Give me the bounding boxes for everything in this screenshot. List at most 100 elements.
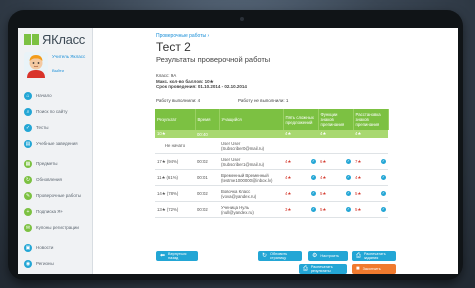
sidebar-item-label: Обновления: [36, 177, 62, 182]
summary-cell: [219, 130, 283, 138]
checked-icon[interactable]: ✓: [381, 191, 386, 196]
subjects-icon: ▦: [24, 159, 32, 168]
sidebar-item[interactable]: ◉ Регионы: [18, 258, 92, 269]
checked-icon[interactable]: ✓: [381, 175, 386, 180]
time-cell: [195, 138, 219, 154]
home-icon: ⌂: [24, 91, 32, 100]
back-button-label: Вернуться назад: [168, 251, 187, 260]
sidebar-item[interactable]: ▤ Учебные заведения: [18, 138, 92, 149]
task-score-cell[interactable]: 7★ ✓: [353, 153, 388, 170]
task-score-cell[interactable]: 4★ ✓: [283, 169, 318, 186]
school-icon: ▤: [24, 139, 32, 148]
logo[interactable]: ЯКласс: [24, 32, 85, 47]
time-cell-text: 00:02: [197, 159, 208, 164]
task-score-cell[interactable]: 3★ ✓: [283, 201, 318, 218]
student-cell: User User (Subscriber0@mail.ru): [219, 138, 283, 154]
sidebar-item[interactable]: ↻ Обновления: [18, 174, 92, 185]
sidebar-item[interactable]: ⌕ Поиск по сайту: [18, 106, 92, 117]
task-score-cell[interactable]: [283, 138, 318, 154]
task-score-cell[interactable]: 5★ ✓: [318, 185, 353, 202]
page-title: Тест 2: [156, 40, 191, 54]
table-row[interactable]: 14★ (78%) 00:02 Вовочка Класс (vova@yandex…: [155, 185, 388, 202]
tablet-camera: [240, 17, 244, 21]
print-results-button[interactable]: ⎙ Распечатать результаты: [299, 264, 347, 274]
app-screen: ЯКласс Учитель Якласс Выйти ⌂ Начало ⌕ Поис…: [18, 28, 458, 274]
table-row[interactable]: 11★ (61%) 00:01 Временный Временный (testm…: [155, 169, 388, 186]
sidebar-item[interactable]: ✉ Купоны регистрации: [18, 222, 92, 233]
sidebar-item-label: Подписка Я+: [36, 209, 64, 214]
sidebar-item-label: Тесты: [36, 125, 49, 130]
breadcrumb[interactable]: Проверочные работы ›: [156, 33, 209, 39]
completion-counts: Работу выполнили: 4 Работу не выполнили:…: [156, 98, 386, 103]
table-row[interactable]: Не начато User User (Subscriber0@mail.ru): [155, 138, 388, 154]
col-task-1[interactable]: Пять сложных предложений: [283, 109, 319, 130]
refresh-button[interactable]: ↻ Обновить страницу: [258, 251, 302, 261]
task-score: 5★: [355, 206, 362, 212]
col-task-2[interactable]: Функции знаков препинания: [318, 109, 354, 130]
sidebar-item[interactable]: ⌂ Начало: [18, 90, 92, 101]
result-cell: Не начато: [155, 138, 195, 154]
sidebar-item[interactable]: ▣ Новости: [18, 242, 92, 253]
settings-button-label: Настроить: [320, 253, 339, 258]
result-cell: 13★ (72%): [155, 201, 195, 218]
finish-button[interactable]: ■ Закончить: [352, 264, 396, 274]
col-student[interactable]: Учащийся: [219, 109, 284, 130]
student-cell: User User (Subscriber1@mail.ru): [219, 153, 283, 170]
settings-icon: ⚙: [312, 252, 318, 259]
sidebar-item[interactable]: + Подписка Я+: [18, 206, 92, 217]
checked-icon[interactable]: ✓: [311, 207, 316, 212]
print-tasks-button[interactable]: ⎙ Распечатать задания: [352, 251, 396, 261]
test-icon: ✓: [24, 123, 32, 132]
task-score-cell[interactable]: 4★ ✓: [283, 153, 318, 170]
arrow-left-icon: ⬅: [160, 252, 166, 259]
checked-icon[interactable]: ✓: [346, 191, 351, 196]
logout-link[interactable]: Выйти: [52, 68, 64, 73]
task-score: 4★: [320, 174, 327, 180]
task-score-cell[interactable]: 5★ ✓: [318, 201, 353, 218]
avatar[interactable]: [24, 52, 48, 78]
task-score-cell[interactable]: [318, 138, 353, 154]
task-score-cell[interactable]: 4★ ✓: [283, 185, 318, 202]
sidebar-item-label: Предметы: [36, 161, 58, 166]
search-icon: ⌕: [24, 107, 32, 116]
time-cell: 00:02: [195, 185, 219, 202]
summary-cell: 4★: [283, 130, 318, 138]
refresh-icon: ↻: [262, 252, 268, 259]
back-button[interactable]: ⬅ Вернуться назад: [156, 251, 198, 261]
checked-icon[interactable]: ✓: [381, 159, 386, 164]
task-score-cell[interactable]: 4★ ✓: [353, 169, 388, 186]
task-score-cell[interactable]: 6★ ✓: [318, 153, 353, 170]
checked-icon[interactable]: ✓: [346, 159, 351, 164]
checked-icon[interactable]: ✓: [381, 207, 386, 212]
checked-icon[interactable]: ✓: [311, 191, 316, 196]
task-score-cell[interactable]: 4★ ✓: [318, 169, 353, 186]
result-cell: 17★ (94%): [155, 153, 195, 170]
checked-icon[interactable]: ✓: [311, 175, 316, 180]
result-cell: 14★ (78%): [155, 185, 195, 202]
summary-row: 10★ 00:40 4★ 4★ 4★: [155, 130, 388, 138]
task-score-cell[interactable]: 5★ ✓: [353, 201, 388, 218]
settings-button[interactable]: ⚙ Настроить: [308, 251, 348, 261]
summary-cell: 4★: [353, 130, 388, 138]
sidebar-item[interactable]: ▦ Предметы: [18, 158, 92, 169]
table-row[interactable]: 13★ (72%) 00:02 Ученица Нуль (null@yandex.…: [155, 201, 388, 218]
time-cell: 00:01: [195, 169, 219, 186]
checked-icon[interactable]: ✓: [346, 175, 351, 180]
table-row[interactable]: 17★ (94%) 00:02 User User (Subscriber1@mai…: [155, 153, 388, 170]
sidebar-item[interactable]: ✎ Проверочные работы: [18, 190, 92, 201]
student-cell-text: User User (Subscriber0@mail.ru): [221, 140, 265, 151]
task-score-cell[interactable]: [353, 138, 388, 154]
col-time[interactable]: Время: [195, 109, 220, 130]
col-result[interactable]: Результат: [155, 109, 196, 130]
col-task-3[interactable]: Расстановка знаков препинания: [353, 109, 389, 130]
sidebar-item[interactable]: ✓ Тесты: [18, 122, 92, 133]
student-cell-text: User User (Subscriber1@mail.ru): [221, 156, 265, 167]
checked-icon[interactable]: ✓: [346, 207, 351, 212]
student-cell: Вовочка Класс (vova@yandex.ru): [219, 185, 283, 202]
task-score: 4★: [285, 190, 292, 196]
checked-icon[interactable]: ✓: [311, 159, 316, 164]
task-score: 5★: [320, 190, 327, 196]
user-role[interactable]: Учитель Якласс: [52, 54, 85, 60]
finish-button-label: Закончить: [362, 266, 381, 271]
task-score-cell[interactable]: 5★ ✓: [353, 185, 388, 202]
